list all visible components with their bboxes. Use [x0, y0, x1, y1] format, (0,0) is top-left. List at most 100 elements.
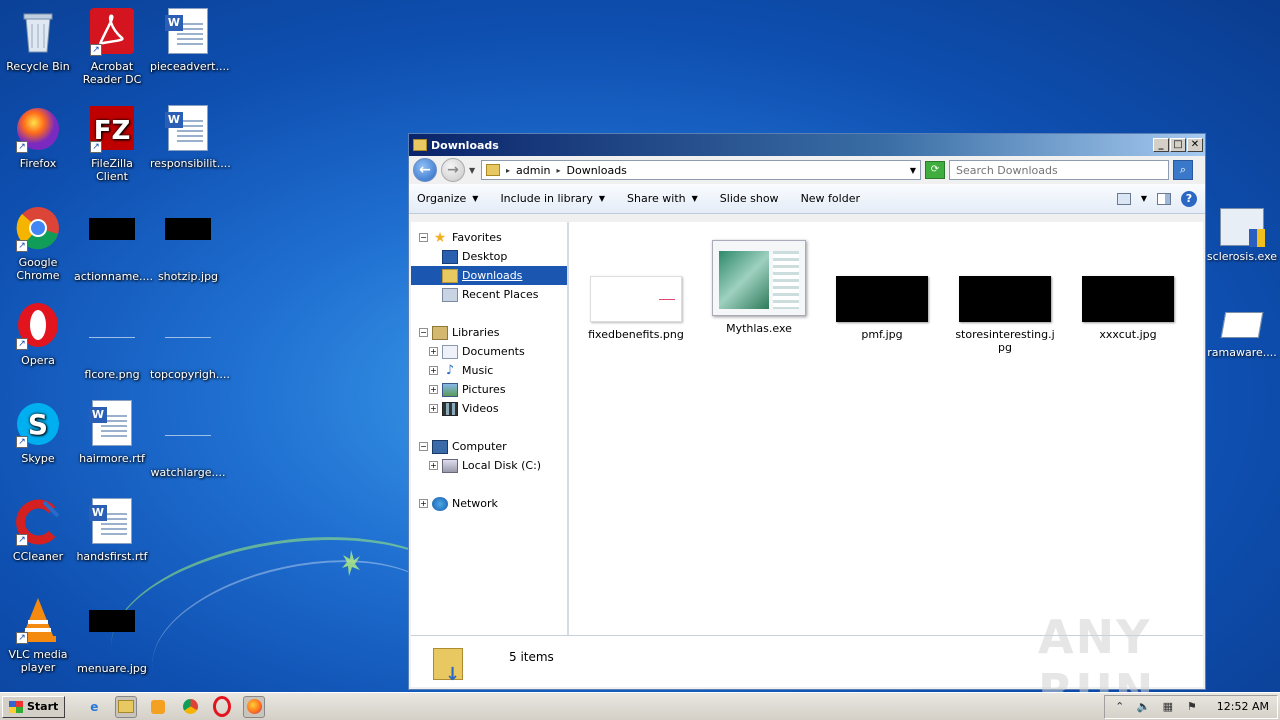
maximize-button[interactable]: □ — [1170, 138, 1186, 152]
expand-icon[interactable]: + — [429, 404, 438, 413]
desktop-icon-handsfirst[interactable]: W handsfirst.rtf — [74, 498, 150, 563]
nav-videos[interactable]: + Videos — [411, 399, 567, 418]
image-thumbnail-icon — [1082, 276, 1174, 322]
expand-icon[interactable]: + — [429, 461, 438, 470]
opera-icon: ↗ — [14, 302, 62, 350]
window-title: Downloads — [431, 138, 499, 152]
share-with-button[interactable]: Share with ▼ — [627, 192, 698, 205]
file-item[interactable]: fixedbenefits.png — [581, 236, 691, 341]
desktop-icon-skype[interactable]: S ↗ Skype — [0, 400, 76, 465]
nav-recent-places[interactable]: Recent Places — [411, 285, 567, 304]
firefox-icon[interactable] — [243, 695, 266, 718]
breadcrumb-separator[interactable]: ▸ — [506, 166, 510, 175]
change-view-icon[interactable] — [1116, 192, 1131, 205]
desktop-icon-filezilla[interactable]: FZ ↗ FileZilla Client — [74, 105, 150, 183]
nav-desktop[interactable]: Desktop — [411, 247, 567, 266]
desktop-icon-ccleaner[interactable]: ↗ CCleaner — [0, 498, 76, 563]
address-bar[interactable]: ▸ admin ▸ Downloads ▼ — [481, 160, 921, 180]
nav-music[interactable]: + ♪ Music — [411, 361, 567, 380]
desktop-icon-label: Opera — [21, 354, 55, 367]
refresh-button[interactable]: ⟳ — [925, 161, 945, 179]
internet-explorer-icon[interactable]: e — [83, 696, 105, 718]
desktop-icon-topcopyrigh[interactable]: topcopyrigh.... — [150, 302, 230, 381]
desktop-icon-label: Skype — [21, 452, 55, 465]
include-in-library-button[interactable]: Include in library ▼ — [500, 192, 605, 205]
start-button[interactable]: Start — [2, 695, 66, 718]
collapse-icon[interactable]: − — [419, 328, 428, 337]
clock[interactable]: 12:52 AM — [1217, 700, 1269, 713]
close-button[interactable]: ✕ — [1187, 138, 1203, 152]
desktop-icon-recycle-bin[interactable]: Recycle Bin — [0, 8, 76, 73]
file-explorer-icon[interactable] — [115, 695, 138, 718]
media-player-icon[interactable] — [147, 696, 169, 718]
desktop-icon-label: Firefox — [19, 157, 57, 170]
nav-downloads[interactable]: Downloads — [411, 266, 567, 285]
desktop-icon-menuare[interactable]: menuare.jpg — [74, 596, 150, 675]
slide-show-button[interactable]: Slide show — [720, 192, 779, 205]
file-name: fixedbenefits.png — [588, 328, 684, 341]
help-icon[interactable]: ? — [1181, 190, 1197, 207]
show-hidden-icons-icon[interactable]: ⌃ — [1113, 700, 1127, 714]
window-titlebar[interactable]: Downloads _ □ ✕ — [409, 134, 1205, 156]
preview-pane-icon[interactable] — [1157, 192, 1171, 205]
desktop-icon-sclerosis[interactable]: sclerosis.exe — [1206, 208, 1278, 263]
file-item[interactable]: xxxcut.jpg — [1073, 236, 1183, 341]
folder-icon — [413, 139, 427, 151]
search-button[interactable]: ⌕ — [1173, 160, 1193, 180]
file-item[interactable]: storesinteresting.jpg — [950, 236, 1060, 354]
word-document-icon: W — [164, 8, 212, 56]
collapse-icon[interactable]: − — [419, 233, 428, 242]
desktop-icon-actionname[interactable]: actionname.... — [74, 204, 153, 283]
desktop-icon-acrobat[interactable]: ↗ Acrobat Reader DC — [74, 8, 150, 86]
desktop-icon-watchlarge[interactable]: watchlarge.... — [150, 400, 226, 479]
desktop-icon-flcore[interactable]: flcore.png — [74, 302, 150, 381]
search-input[interactable] — [949, 160, 1169, 180]
desktop-icon-pieceadvert[interactable]: W pieceadvert.... — [150, 8, 229, 73]
opera-icon[interactable] — [211, 696, 233, 718]
wallpaper-logo — [342, 550, 360, 576]
nav-favorites[interactable]: − ★ Favorites — [411, 228, 567, 247]
nav-network[interactable]: + Network — [411, 494, 567, 513]
desktop-icon-label: sclerosis.exe — [1206, 250, 1278, 263]
network-icon[interactable]: ▦ — [1161, 700, 1175, 714]
nav-computer[interactable]: − Computer — [411, 437, 567, 456]
desktop-icon-responsibilit[interactable]: W responsibilit.... — [150, 105, 231, 170]
file-item[interactable]: pmf.jpg — [827, 236, 937, 341]
minimize-button[interactable]: _ — [1153, 138, 1169, 152]
nav-libraries[interactable]: − Libraries — [411, 323, 567, 342]
desktop-icon-shotzip[interactable]: shotzip.jpg — [150, 204, 226, 283]
organize-button[interactable]: Organize ▼ — [417, 192, 478, 205]
desktop-icon-chrome[interactable]: ↗ Google Chrome — [0, 204, 76, 282]
desktop-icon-firefox[interactable]: ↗ Firefox — [0, 105, 76, 170]
desktop-icon-vlc[interactable]: ↗ VLC media player — [0, 596, 76, 674]
desktop-icon-label: flcore.png — [84, 368, 140, 381]
nav-documents[interactable]: + Documents — [411, 342, 567, 361]
view-dropdown-icon[interactable]: ▼ — [1141, 194, 1147, 203]
chrome-icon[interactable] — [179, 696, 201, 718]
address-dropdown[interactable]: ▼ — [910, 166, 916, 175]
recycle-bin-icon — [14, 8, 62, 56]
chevron-down-icon: ▼ — [472, 194, 479, 203]
file-item[interactable]: Mythlas.exe — [704, 236, 814, 335]
back-button[interactable]: ← — [413, 158, 437, 182]
expand-icon[interactable]: + — [419, 499, 428, 508]
desktop-icon-hairmore[interactable]: W hairmore.rtf — [74, 400, 150, 465]
expand-icon[interactable]: + — [429, 347, 438, 356]
expand-icon[interactable]: + — [429, 366, 438, 375]
firefox-icon: ↗ — [14, 105, 62, 153]
new-folder-button[interactable]: New folder — [801, 192, 860, 205]
breadcrumb-separator[interactable]: ▸ — [556, 166, 560, 175]
nav-local-disk[interactable]: + Local Disk (C:) — [411, 456, 567, 475]
desktop-icon-opera[interactable]: ↗ Opera — [0, 302, 76, 367]
breadcrumb-admin[interactable]: admin — [516, 164, 550, 177]
action-center-flag-icon[interactable]: ⚑ — [1185, 700, 1199, 714]
recent-pages-dropdown[interactable]: ▼ — [469, 166, 477, 175]
image-thumbnail-icon — [959, 276, 1051, 322]
breadcrumb-downloads[interactable]: Downloads — [567, 164, 627, 177]
desktop-icon-ramaware[interactable]: ramaware.... — [1206, 312, 1278, 359]
volume-icon[interactable]: 🔈 — [1137, 700, 1151, 714]
nav-pictures[interactable]: + Pictures — [411, 380, 567, 399]
collapse-icon[interactable]: − — [419, 442, 428, 451]
expand-icon[interactable]: + — [429, 385, 438, 394]
forward-button[interactable]: → — [441, 158, 465, 182]
